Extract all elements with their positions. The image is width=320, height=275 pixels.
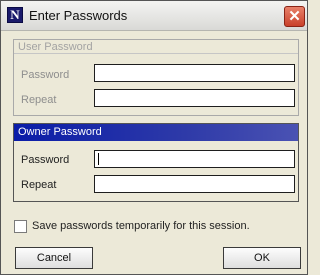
owner-password-label: Password (21, 154, 70, 166)
ok-button[interactable]: OK (223, 247, 301, 269)
user-password-header: User Password (14, 40, 298, 54)
cancel-button[interactable]: Cancel (15, 247, 93, 269)
user-password-field[interactable] (94, 64, 295, 82)
title-bar[interactable]: N Enter Passwords ✕ (1, 1, 307, 31)
user-repeat-label: Repeat (21, 94, 57, 106)
close-icon: ✕ (288, 8, 301, 25)
save-passwords-label[interactable]: Save passwords temporarily for this sess… (32, 220, 250, 232)
text-caret (98, 153, 99, 165)
owner-password-field[interactable] (94, 150, 295, 168)
owner-repeat-field[interactable] (94, 175, 295, 193)
user-password-group: User Password Password Repeat (13, 39, 299, 116)
owner-password-header: Owner Password (14, 124, 298, 141)
app-icon: N (7, 7, 23, 23)
enter-passwords-dialog: N Enter Passwords ✕ User Password Passwo… (0, 0, 308, 275)
user-password-label: Password (21, 69, 70, 81)
close-button[interactable]: ✕ (284, 6, 305, 27)
save-passwords-checkbox[interactable] (14, 220, 27, 233)
user-repeat-field[interactable] (94, 89, 295, 107)
window-title: Enter Passwords (29, 8, 128, 23)
owner-repeat-label: Repeat (21, 179, 57, 191)
owner-password-group: Owner Password Password Repeat (13, 123, 299, 202)
